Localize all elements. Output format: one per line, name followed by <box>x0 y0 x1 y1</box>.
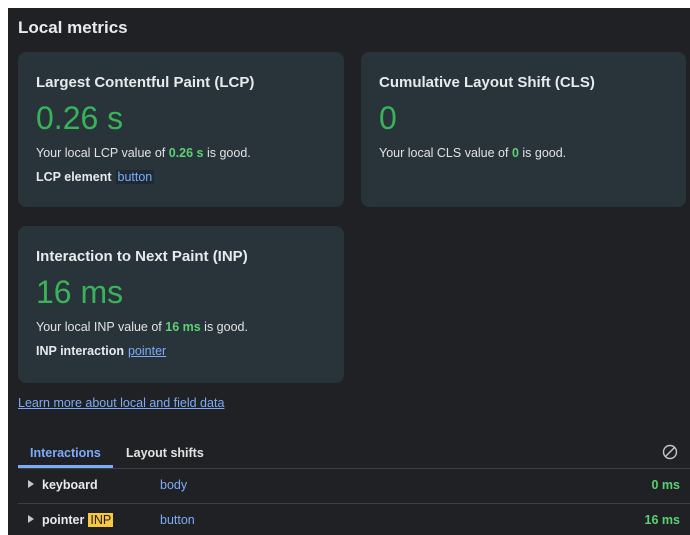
interaction-type: pointer INP <box>42 513 114 527</box>
lcp-description: Your local LCP value of 0.26 s is good. <box>36 146 326 160</box>
interaction-type: keyboard <box>42 478 98 492</box>
lcp-card: Largest Contentful Paint (LCP) 0.26 s Yo… <box>18 52 344 207</box>
cls-title: Cumulative Layout Shift (CLS) <box>379 74 595 91</box>
interaction-element[interactable]: body <box>160 478 187 492</box>
inp-card: Interaction to Next Paint (INP) 16 ms Yo… <box>18 226 344 383</box>
tab-layout-shifts[interactable]: Layout shifts <box>114 440 216 468</box>
inp-description: Your local INP value of 16 ms is good. <box>36 320 326 334</box>
cls-desc-suffix: is good. <box>518 146 567 160</box>
interaction-row[interactable]: pointer INP button 16 ms <box>18 504 690 535</box>
lcp-element-label: LCP element <box>36 170 112 184</box>
interaction-element[interactable]: button <box>160 513 195 527</box>
triangle-right-icon[interactable] <box>28 515 34 523</box>
learn-more-link[interactable]: Learn more about local and field data <box>18 396 224 410</box>
inp-desc-suffix: is good. <box>200 320 248 334</box>
block-icon[interactable] <box>662 444 678 460</box>
inp-interaction-link[interactable]: pointer <box>128 344 166 358</box>
interaction-row[interactable]: keyboard body 0 ms <box>18 469 690 504</box>
interaction-type-label: keyboard <box>42 478 98 492</box>
lcp-value: 0.26 s <box>36 100 124 136</box>
local-metrics-panel: Local metrics Largest Contentful Paint (… <box>8 8 690 535</box>
cls-desc-prefix: Your local CLS value of <box>379 146 512 160</box>
cls-desc-value: 0 <box>511 146 519 160</box>
inp-interaction-row: INP interaction pointer <box>36 344 326 358</box>
inp-interaction-label: INP interaction <box>36 344 124 358</box>
lcp-title: Largest Contentful Paint (LCP) <box>36 74 255 91</box>
inp-value: 16 ms <box>36 274 124 310</box>
tab-bar: Interactions Layout shifts <box>18 440 690 469</box>
inp-title: Interaction to Next Paint (INP) <box>36 248 248 265</box>
triangle-right-icon[interactable] <box>28 480 34 488</box>
interaction-duration: 0 ms <box>651 478 681 492</box>
inp-badge: INP <box>88 513 114 527</box>
lcp-desc-value: 0.26 s <box>168 146 204 160</box>
interaction-duration: 16 ms <box>644 513 680 527</box>
section-title: Local metrics <box>18 18 128 37</box>
lcp-element-node[interactable]: button <box>115 170 155 184</box>
inp-desc-value: 16 ms <box>165 320 201 334</box>
cls-description: Your local CLS value of 0 is good. <box>379 146 668 160</box>
tab-interactions[interactable]: Interactions <box>18 440 113 468</box>
interaction-type-label: pointer <box>42 513 85 527</box>
inp-desc-prefix: Your local INP value of <box>36 320 166 334</box>
cls-value: 0 <box>379 100 397 136</box>
cls-card: Cumulative Layout Shift (CLS) 0 Your loc… <box>361 52 686 207</box>
lcp-desc-prefix: Your local LCP value of <box>36 146 169 160</box>
lcp-desc-suffix: is good. <box>203 146 251 160</box>
lcp-element-row: LCP element button <box>36 170 326 184</box>
